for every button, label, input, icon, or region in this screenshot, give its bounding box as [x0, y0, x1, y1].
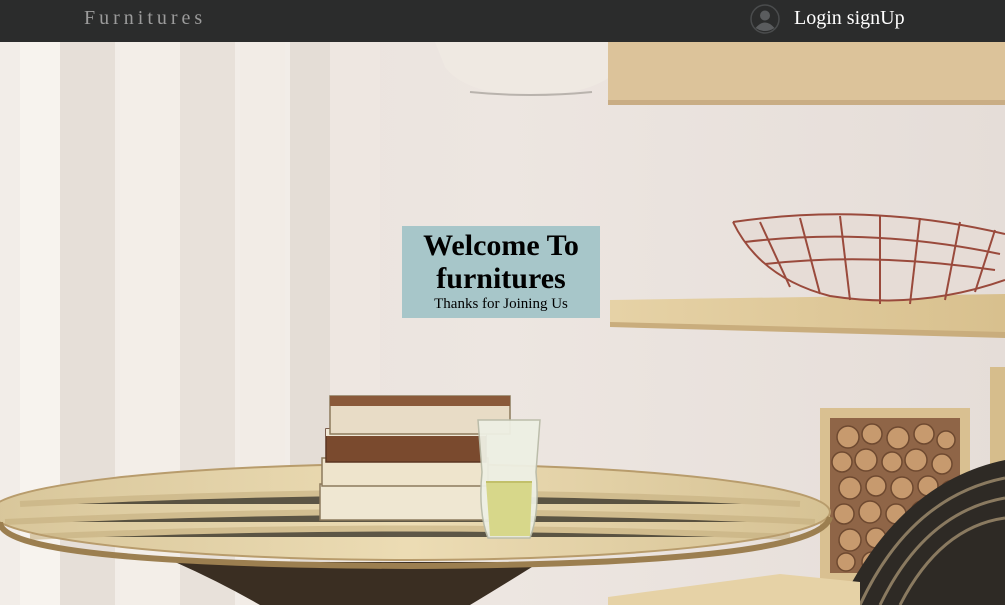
login-link[interactable]: Login — [794, 7, 842, 29]
brand-logo[interactable]: Furnitures — [84, 7, 206, 30]
welcome-heading-line2: furnitures — [436, 262, 566, 295]
user-circle-icon[interactable] — [750, 4, 780, 34]
auth-links: Login signUp — [794, 7, 905, 30]
hero-background-image — [0, 42, 1005, 605]
welcome-heading: Welcome To furnitures — [402, 226, 600, 295]
welcome-tagline: Thanks for Joining Us — [434, 296, 568, 312]
welcome-heading-line1: Welcome To — [423, 229, 579, 262]
welcome-banner: Welcome To furnitures Thanks for Joining… — [402, 226, 600, 318]
hero-banner: Welcome To furnitures Thanks for Joining… — [0, 42, 1005, 605]
signup-link[interactable]: signUp — [847, 7, 905, 29]
top-navbar: Furnitures Login signUp — [0, 0, 1005, 42]
